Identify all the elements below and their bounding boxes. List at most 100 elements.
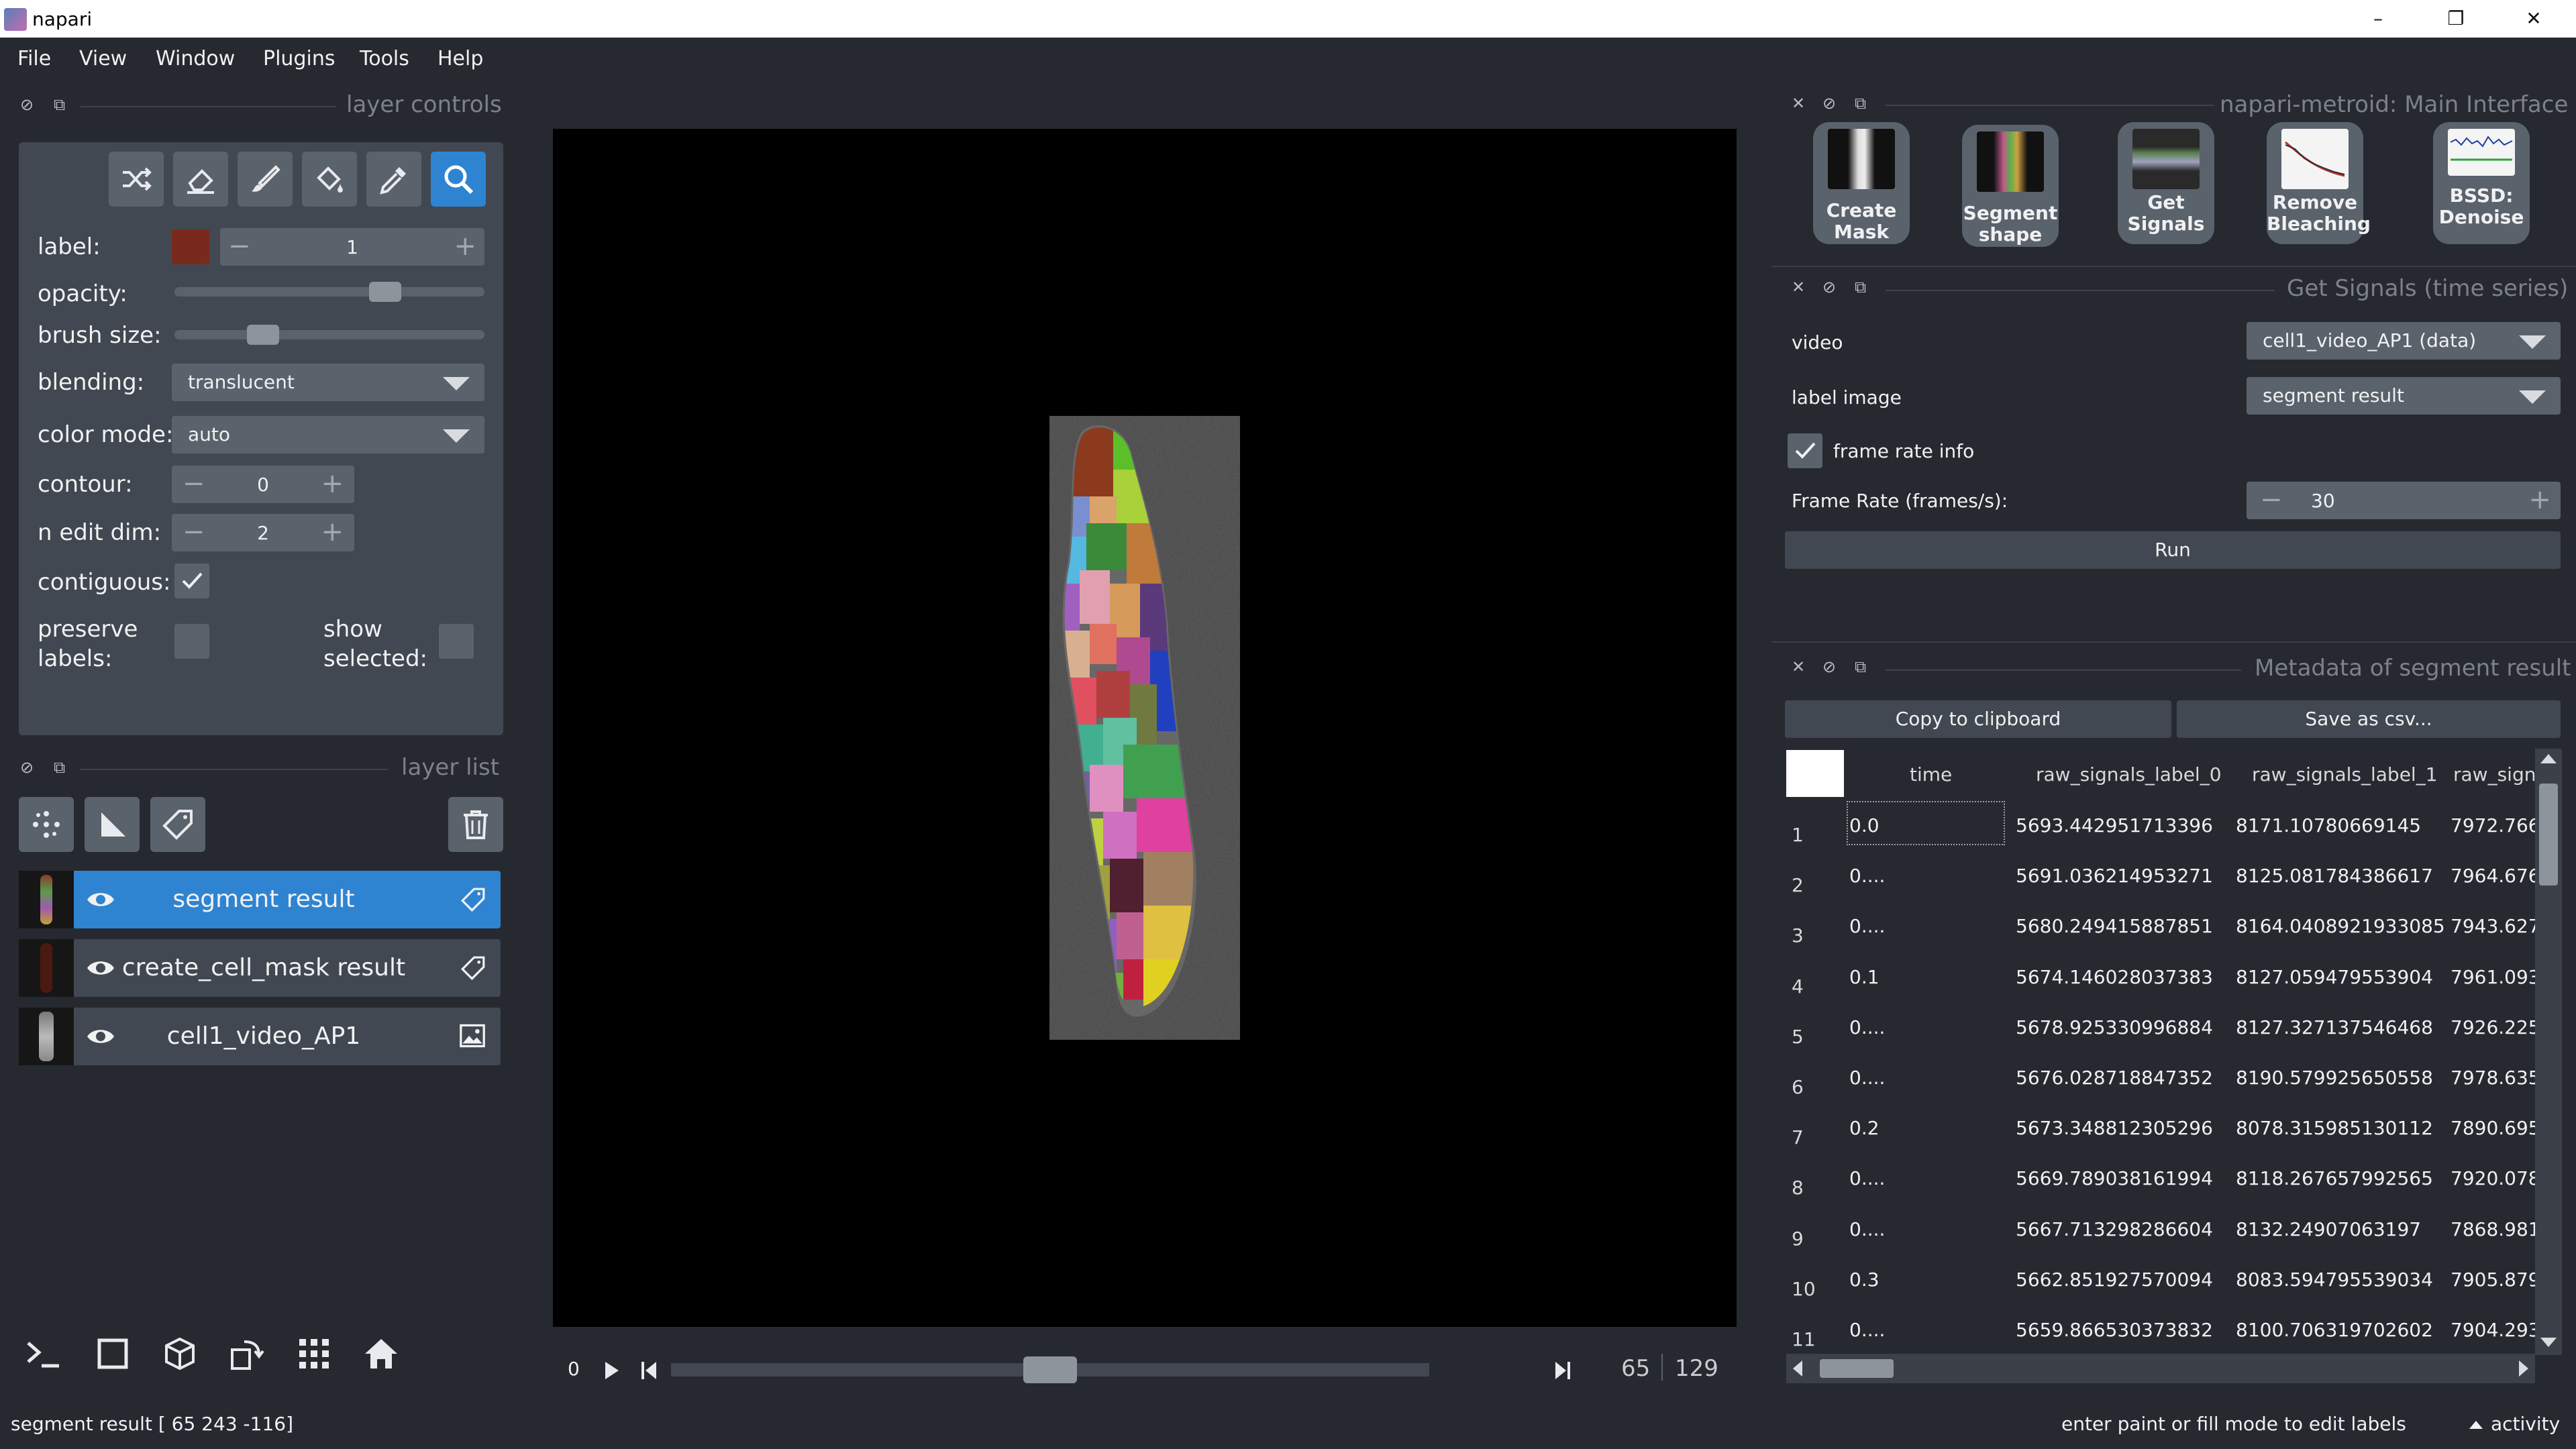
table-cell-raw-signals-label-0[interactable]: 5676.028718847352	[2016, 1067, 2213, 1089]
dock-close-icon[interactable]: ✕	[1792, 278, 1805, 297]
column-header-raw-signals-label-2[interactable]: raw_sign	[2453, 763, 2536, 786]
table-cell-raw-signals-label-1[interactable]: 8164.0408921933085	[2236, 915, 2445, 937]
row-header[interactable]: 6	[1792, 1076, 1804, 1098]
horizontal-scroll-handle[interactable]	[1820, 1359, 1894, 1378]
row-header[interactable]: 2	[1792, 874, 1804, 896]
zoom-pan-button[interactable]	[431, 152, 486, 207]
frame-slider-handle[interactable]	[1023, 1356, 1077, 1383]
copy-to-clipboard-button[interactable]: Copy to clipboard	[1785, 700, 2171, 738]
visibility-eye-icon[interactable]	[86, 957, 115, 979]
table-cell-raw-signals-label-0[interactable]: 5667.713298286604	[2016, 1218, 2213, 1240]
current-frame-value[interactable]: 65	[1621, 1355, 1650, 1382]
play-icon[interactable]	[601, 1359, 621, 1382]
row-header[interactable]: 1	[1792, 824, 1804, 846]
table-cell-raw-signals-label-0[interactable]: 5674.146028037383	[2016, 966, 2213, 988]
label-color-swatch[interactable]	[172, 229, 209, 264]
bssd-denoise-button[interactable]: BSSD: Denoise	[2433, 122, 2530, 244]
table-cell-raw-signals-label-0[interactable]: 5659.866530373832	[2016, 1319, 2213, 1341]
table-cell-raw-signals-label-0[interactable]: 5691.036214953271	[2016, 865, 2213, 887]
skip-to-end-icon[interactable]	[1553, 1359, 1573, 1382]
table-corner-button[interactable]	[1786, 750, 1844, 797]
table-cell-time[interactable]: 0....	[1849, 1067, 1885, 1089]
layer-row-segment-result[interactable]: segment result	[19, 871, 501, 928]
table-cell-raw-signals-label-0[interactable]: 5678.925330996884	[2016, 1016, 2213, 1038]
table-cell-time[interactable]: 0.1	[1849, 966, 1879, 988]
row-header[interactable]: 4	[1792, 975, 1804, 998]
table-cell-time[interactable]: 0.3	[1849, 1269, 1879, 1291]
table-cell-raw-signals-label-0[interactable]: 5693.442951713396	[2016, 814, 2213, 837]
dock-undock-icon[interactable]: ⧉	[54, 95, 65, 114]
column-header-raw-signals-label-1[interactable]: raw_signals_label_1	[2252, 763, 2438, 786]
fill-bucket-button[interactable]	[302, 152, 357, 207]
skip-to-start-icon[interactable]	[639, 1359, 659, 1382]
table-cell-time[interactable]: 0....	[1849, 1167, 1885, 1189]
column-header-raw-signals-label-0[interactable]: raw_signals_label_0	[2036, 763, 2222, 786]
console-button[interactable]	[15, 1326, 70, 1381]
table-cell-time[interactable]: 0.2	[1849, 1117, 1879, 1139]
row-header[interactable]: 3	[1792, 924, 1804, 947]
contour-spinbox[interactable]: − 0 +	[172, 466, 354, 503]
row-header[interactable]: 8	[1792, 1177, 1804, 1199]
restore-button[interactable]: ❐	[2429, 5, 2483, 32]
toggle-ndisplay-button[interactable]	[85, 1326, 140, 1381]
dock-undock-icon[interactable]: ⧉	[1855, 94, 1866, 113]
reset-view-button[interactable]	[353, 1326, 408, 1381]
eraser-button[interactable]	[173, 152, 228, 207]
decrement-icon[interactable]: −	[2260, 484, 2283, 515]
table-cell-raw-signals-label-0[interactable]: 5673.348812305296	[2016, 1117, 2213, 1139]
table-cell-raw-signals-label-1[interactable]: 8127.327137546468	[2236, 1016, 2433, 1038]
dock-float-icon[interactable]: ⊘	[1822, 94, 1836, 113]
row-header[interactable]: 9	[1792, 1228, 1804, 1250]
row-header[interactable]: 11	[1792, 1328, 1816, 1350]
n-edit-dim-spinbox[interactable]: − 2 +	[172, 514, 354, 551]
new-points-layer-button[interactable]	[19, 797, 74, 852]
shuffle-colors-button[interactable]	[109, 152, 164, 207]
menu-window[interactable]: Window	[156, 47, 235, 70]
brush-size-slider-handle[interactable]	[246, 325, 279, 345]
label-spinbox[interactable]: − 1 +	[220, 228, 484, 266]
table-cell-raw-signals-label-1[interactable]: 8132.24907063197	[2236, 1218, 2421, 1240]
grid-view-button[interactable]	[286, 1326, 341, 1381]
color-mode-dropdown[interactable]: auto	[172, 416, 484, 453]
visibility-eye-icon[interactable]	[86, 1025, 115, 1048]
table-cell-raw-signals-label-1[interactable]: 8100.706319702602	[2236, 1319, 2433, 1341]
table-cell-time[interactable]: 0....	[1849, 865, 1885, 887]
table-cell-raw-signals-label-2[interactable]: 7964.676	[2451, 865, 2540, 887]
label-image-dropdown[interactable]: segment result	[2247, 377, 2561, 415]
table-cell-raw-signals-label-1[interactable]: 8118.267657992565	[2236, 1167, 2433, 1189]
table-cell-raw-signals-label-0[interactable]: 5680.249415887851	[2016, 915, 2213, 937]
delete-layer-button[interactable]	[448, 797, 503, 852]
dock-close-icon[interactable]: ✕	[1792, 94, 1805, 113]
create-mask-button[interactable]: Create Mask	[1813, 122, 1910, 244]
table-cell-time[interactable]: 0....	[1849, 1218, 1885, 1240]
table-cell-time[interactable]: 0....	[1849, 915, 1885, 937]
dock-undock-icon[interactable]: ⧉	[54, 758, 65, 777]
dock-undock-icon[interactable]: ⧉	[1855, 278, 1866, 297]
layer-row-create-cell-mask-result[interactable]: create_cell_mask result	[19, 939, 501, 997]
get-signals-button[interactable]: Get Signals	[2118, 122, 2214, 244]
save-as-csv-button[interactable]: Save as csv...	[2177, 700, 2561, 738]
menu-help[interactable]: Help	[437, 47, 483, 70]
vertical-scroll-handle[interactable]	[2539, 784, 2558, 885]
dock-undock-icon[interactable]: ⧉	[1855, 657, 1866, 676]
transpose-button[interactable]	[219, 1326, 274, 1381]
increment-icon[interactable]: +	[321, 517, 344, 547]
menu-file[interactable]: File	[17, 47, 51, 70]
segment-shape-button[interactable]: Segment shape	[1962, 125, 2059, 247]
row-header[interactable]: 10	[1792, 1278, 1816, 1300]
new-labels-layer-button[interactable]	[150, 797, 205, 852]
menu-plugins[interactable]: Plugins	[263, 47, 335, 70]
table-cell-raw-signals-label-1[interactable]: 8190.579925650558	[2236, 1067, 2433, 1089]
run-button[interactable]: Run	[1785, 531, 2561, 569]
remove-bleaching-button[interactable]: Remove Bleaching	[2267, 122, 2371, 244]
opacity-slider[interactable]	[174, 287, 484, 297]
menu-tools[interactable]: Tools	[360, 47, 409, 70]
new-shapes-layer-button[interactable]	[85, 797, 140, 852]
table-cell-raw-signals-label-1[interactable]: 8125.081784386617	[2236, 865, 2433, 887]
increment-icon[interactable]: +	[2528, 484, 2551, 515]
roll-dims-button[interactable]	[152, 1326, 207, 1381]
color-picker-button[interactable]	[366, 152, 421, 207]
frame-rate-spinbox[interactable]: − 30 +	[2247, 482, 2561, 519]
table-cell-raw-signals-label-1[interactable]: 8078.315985130112	[2236, 1117, 2433, 1139]
video-dropdown[interactable]: cell1_video_AP1 (data)	[2247, 322, 2561, 360]
